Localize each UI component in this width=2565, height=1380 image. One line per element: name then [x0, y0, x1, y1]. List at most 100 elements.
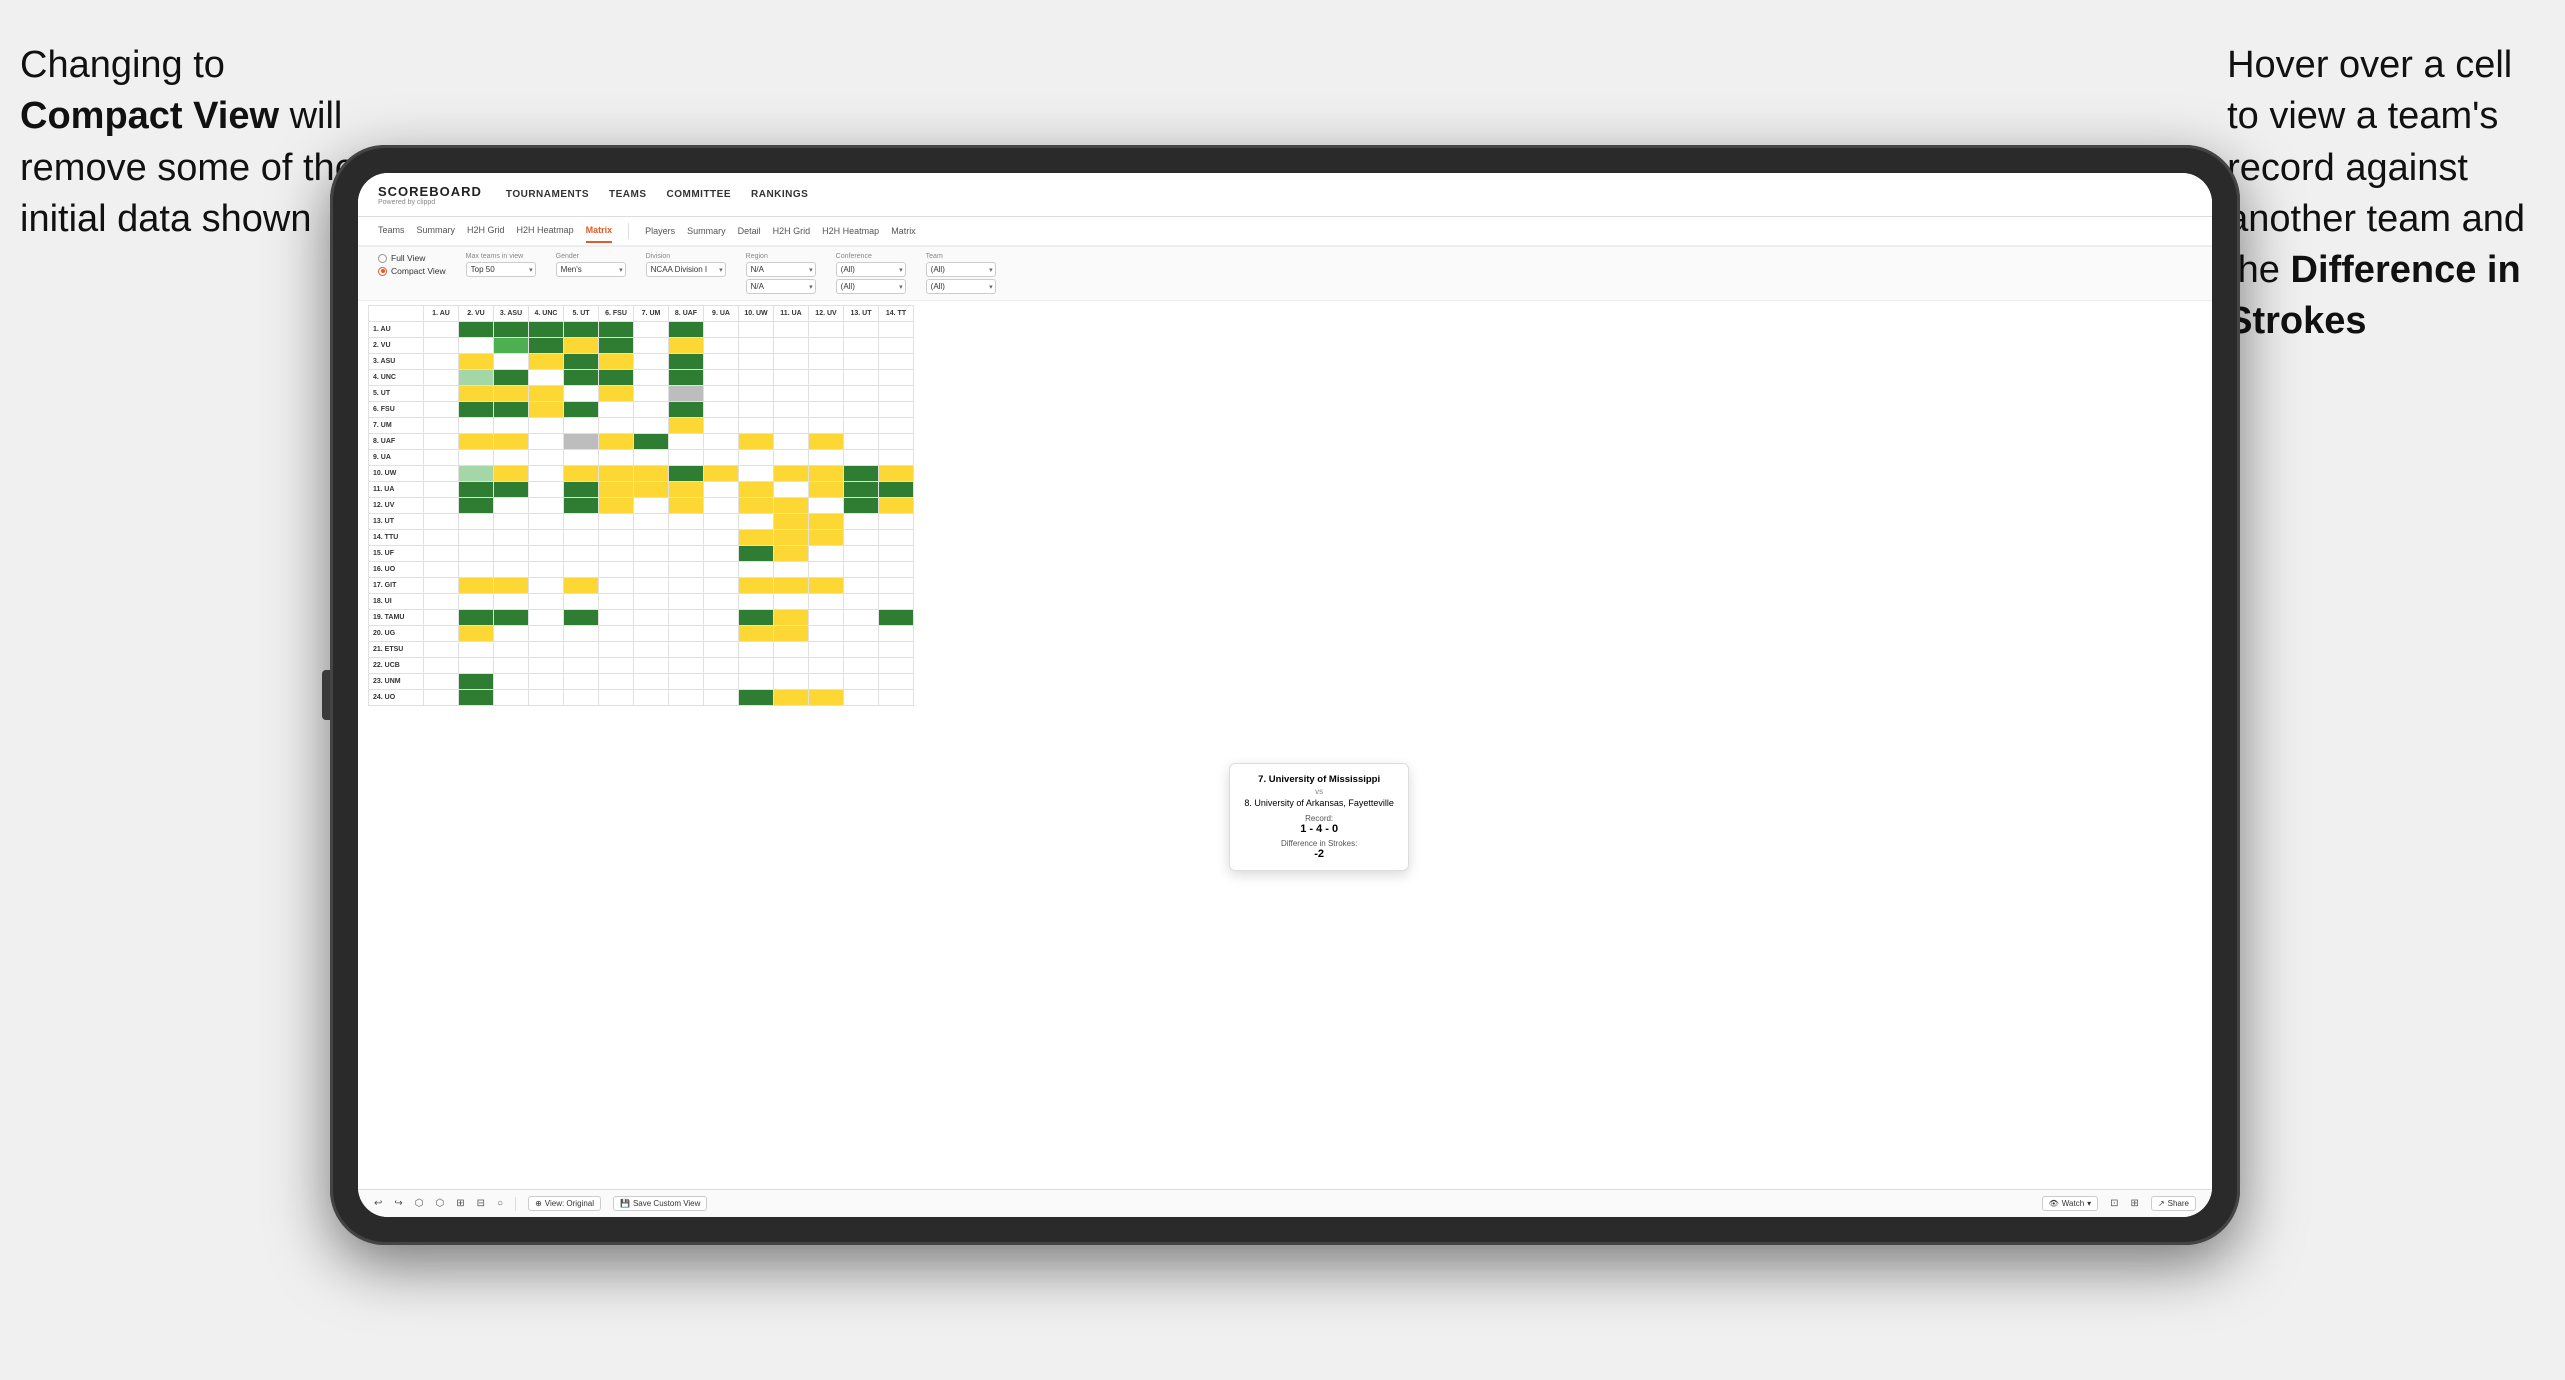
matrix-cell[interactable]	[704, 338, 739, 354]
matrix-cell[interactable]	[494, 562, 529, 578]
matrix-cell[interactable]	[704, 402, 739, 418]
matrix-cell[interactable]	[599, 658, 634, 674]
matrix-cell[interactable]	[494, 482, 529, 498]
matrix-cell[interactable]	[424, 450, 459, 466]
tool-icon-2[interactable]: ⬡	[436, 1198, 445, 1209]
matrix-cell[interactable]	[879, 690, 914, 706]
matrix-cell[interactable]	[774, 338, 809, 354]
matrix-cell[interactable]	[494, 402, 529, 418]
matrix-cell[interactable]	[494, 690, 529, 706]
matrix-cell[interactable]	[774, 610, 809, 626]
matrix-cell[interactable]	[879, 370, 914, 386]
matrix-cell[interactable]	[599, 562, 634, 578]
matrix-cell[interactable]	[564, 610, 599, 626]
matrix-cell[interactable]	[704, 690, 739, 706]
matrix-cell[interactable]	[599, 418, 634, 434]
matrix-cell[interactable]	[599, 674, 634, 690]
matrix-cell[interactable]	[529, 562, 564, 578]
matrix-cell[interactable]	[424, 498, 459, 514]
matrix-cell[interactable]	[529, 594, 564, 610]
matrix-cell[interactable]	[494, 514, 529, 530]
matrix-cell[interactable]	[739, 354, 774, 370]
matrix-cell[interactable]	[494, 530, 529, 546]
matrix-cell[interactable]	[529, 434, 564, 450]
nav-link-rankings[interactable]: RANKINGS	[751, 189, 808, 200]
matrix-cell[interactable]	[529, 658, 564, 674]
matrix-cell[interactable]	[669, 642, 704, 658]
matrix-cell[interactable]	[774, 450, 809, 466]
sub-nav-summary1[interactable]: Summary	[417, 219, 456, 243]
matrix-cell[interactable]	[599, 578, 634, 594]
matrix-cell[interactable]	[564, 546, 599, 562]
matrix-cell[interactable]	[879, 514, 914, 530]
matrix-cell[interactable]	[844, 546, 879, 562]
matrix-cell[interactable]	[459, 434, 494, 450]
matrix-cell[interactable]	[879, 610, 914, 626]
matrix-cell[interactable]	[774, 626, 809, 642]
matrix-cell[interactable]	[739, 418, 774, 434]
matrix-cell[interactable]	[494, 386, 529, 402]
matrix-cell[interactable]	[879, 642, 914, 658]
tool-icon-1[interactable]: ⬡	[415, 1198, 424, 1209]
matrix-cell[interactable]	[879, 434, 914, 450]
matrix-cell[interactable]	[809, 578, 844, 594]
matrix-cell[interactable]	[529, 642, 564, 658]
matrix-cell[interactable]	[669, 626, 704, 642]
matrix-cell[interactable]	[704, 546, 739, 562]
matrix-cell[interactable]	[844, 674, 879, 690]
matrix-cell[interactable]	[669, 514, 704, 530]
matrix-cell[interactable]	[599, 546, 634, 562]
matrix-cell[interactable]	[424, 642, 459, 658]
matrix-cell[interactable]	[739, 514, 774, 530]
matrix-cell[interactable]	[739, 338, 774, 354]
matrix-cell[interactable]	[529, 610, 564, 626]
matrix-cell[interactable]	[844, 338, 879, 354]
matrix-cell[interactable]	[844, 594, 879, 610]
matrix-cell[interactable]	[844, 642, 879, 658]
matrix-cell[interactable]	[494, 610, 529, 626]
matrix-cell[interactable]	[529, 450, 564, 466]
matrix-cell[interactable]	[809, 546, 844, 562]
matrix-cell[interactable]	[844, 386, 879, 402]
matrix-cell[interactable]	[669, 498, 704, 514]
matrix-cell[interactable]	[494, 450, 529, 466]
matrix-cell[interactable]	[459, 626, 494, 642]
matrix-cell[interactable]	[739, 322, 774, 338]
matrix-cell[interactable]	[879, 578, 914, 594]
watch-button[interactable]: 👁 Watch ▾	[2042, 1196, 2099, 1211]
matrix-cell[interactable]	[774, 466, 809, 482]
matrix-cell[interactable]	[494, 658, 529, 674]
matrix-cell[interactable]	[739, 434, 774, 450]
matrix-cell[interactable]	[599, 450, 634, 466]
matrix-cell[interactable]	[564, 482, 599, 498]
matrix-cell[interactable]	[844, 482, 879, 498]
matrix-cell[interactable]	[844, 690, 879, 706]
matrix-cell[interactable]	[599, 482, 634, 498]
matrix-cell[interactable]	[809, 418, 844, 434]
matrix-cell[interactable]	[529, 402, 564, 418]
matrix-cell[interactable]	[564, 594, 599, 610]
matrix-cell[interactable]	[774, 658, 809, 674]
matrix-cell[interactable]	[529, 418, 564, 434]
sub-nav-detail[interactable]: Detail	[738, 220, 761, 242]
matrix-cell[interactable]	[774, 578, 809, 594]
conference-select1[interactable]: (All)	[836, 262, 906, 277]
matrix-cell[interactable]	[459, 514, 494, 530]
matrix-cell[interactable]	[564, 562, 599, 578]
matrix-cell[interactable]	[599, 466, 634, 482]
matrix-cell[interactable]	[424, 562, 459, 578]
sub-nav-h2h-heatmap2[interactable]: H2H Heatmap	[822, 220, 879, 242]
matrix-cell[interactable]	[459, 354, 494, 370]
matrix-cell[interactable]	[564, 434, 599, 450]
matrix-cell[interactable]	[494, 434, 529, 450]
matrix-cell[interactable]	[424, 658, 459, 674]
matrix-cell[interactable]	[564, 338, 599, 354]
matrix-cell[interactable]	[529, 466, 564, 482]
matrix-cell[interactable]	[634, 418, 669, 434]
matrix-cell[interactable]	[809, 498, 844, 514]
full-view-radio[interactable]: Full View	[378, 253, 446, 263]
matrix-cell[interactable]	[669, 450, 704, 466]
matrix-cell[interactable]	[424, 338, 459, 354]
matrix-cell[interactable]	[704, 594, 739, 610]
matrix-cell[interactable]	[564, 674, 599, 690]
